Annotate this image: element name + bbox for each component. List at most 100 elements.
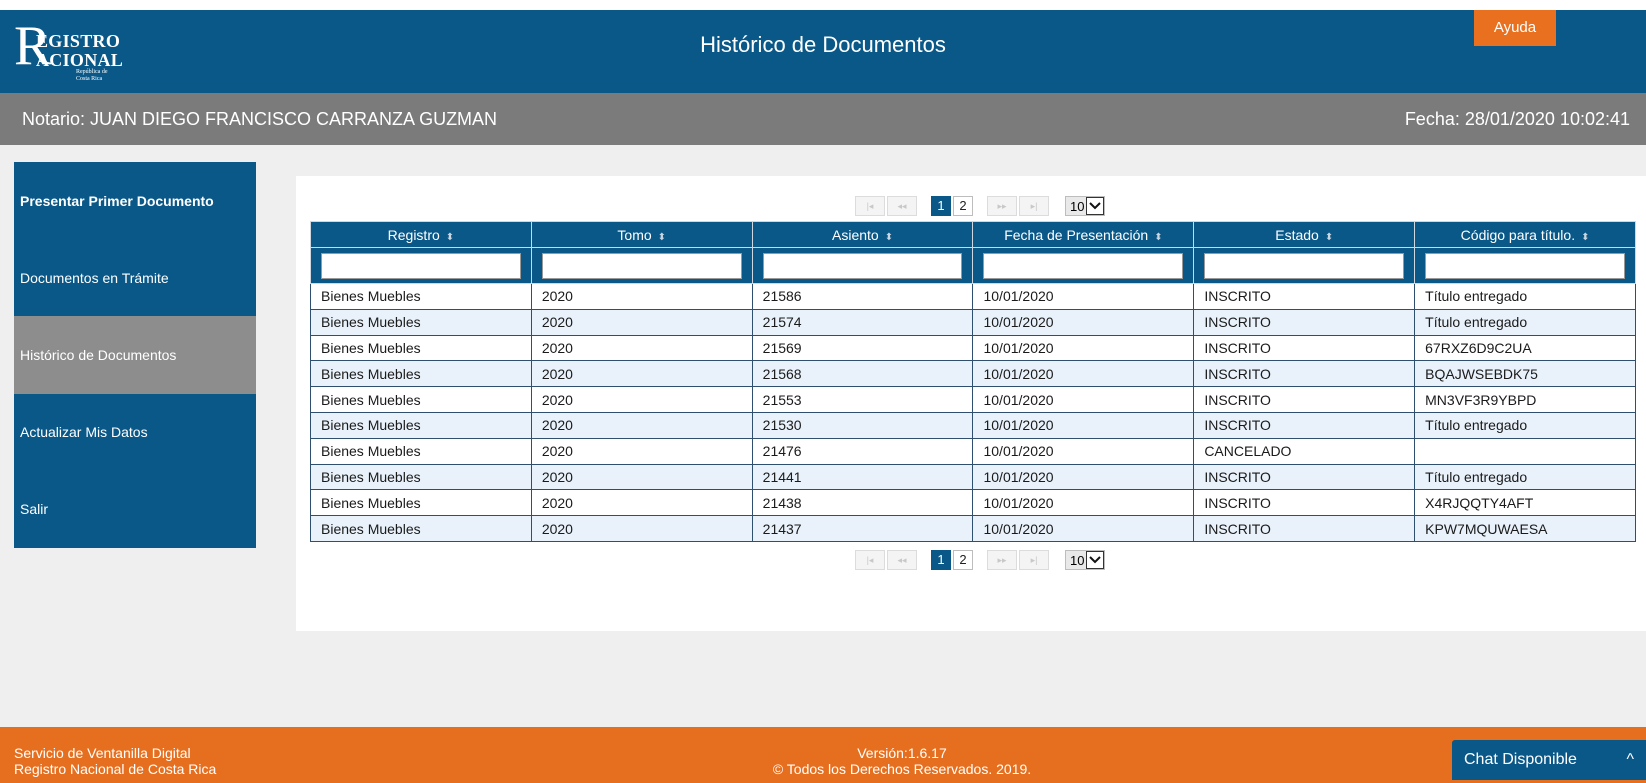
cell-tomo: 2020 — [530, 463, 753, 491]
page-1-button[interactable]: 1 — [931, 196, 951, 216]
filter-input-codigo[interactable] — [1425, 252, 1625, 279]
table-row[interactable]: Bienes Muebles 2020 21441 10/01/2020 INSCRIT… — [310, 463, 1636, 491]
sort-icon[interactable]: ⬍ — [446, 232, 454, 243]
column-header-fecha[interactable]: Fecha de Presentación ⬍ — [972, 221, 1195, 248]
sort-icon[interactable]: ⬍ — [885, 232, 893, 243]
filter-input-estado[interactable] — [1204, 252, 1405, 279]
cell-fecha: 10/01/2020 — [972, 360, 1195, 388]
table-row[interactable]: Bienes Muebles 2020 21586 10/01/2020 INSCRIT… — [310, 283, 1636, 310]
sort-icon[interactable]: ⬍ — [1325, 232, 1333, 243]
cell-asiento: 21441 — [751, 463, 974, 491]
column-header-estado[interactable]: Estado ⬍ — [1193, 221, 1416, 248]
page-1-button[interactable]: 1 — [931, 550, 951, 570]
prev-page-button[interactable]: ◂◂ — [887, 550, 917, 570]
column-header-asiento[interactable]: Asiento ⬍ — [751, 221, 974, 248]
table-row[interactable]: Bienes Muebles 2020 21476 10/01/2020 CANCELA… — [310, 437, 1636, 465]
page-title: Histórico de Documentos — [700, 32, 946, 57]
cell-estado: INSCRITO — [1193, 515, 1416, 542]
sidebar-item-salir[interactable]: Salir — [14, 470, 256, 548]
sort-icon[interactable]: ⬍ — [1581, 232, 1589, 243]
table-row[interactable]: Bienes Muebles 2020 21574 10/01/2020 INSCRIT… — [310, 308, 1636, 336]
cell-fecha: 10/01/2020 — [972, 437, 1195, 465]
footer-version-info: Versión:1.6.17 © Todos los Derechos Rese… — [0, 745, 1646, 777]
cell-registro: Bienes Muebles — [310, 411, 532, 439]
user-info-bar: Notario: JUAN DIEGO FRANCISCO CARRANZA G… — [0, 93, 1646, 145]
page-size-value: 10 — [1070, 198, 1085, 214]
sidebar-nav: Presentar Primer Documento Documentos en… — [14, 162, 256, 548]
cell-fecha: 10/01/2020 — [972, 411, 1195, 439]
table-row[interactable]: Bienes Muebles 2020 21569 10/01/2020 INSCRIT… — [310, 334, 1636, 362]
cell-asiento: 21569 — [751, 334, 974, 362]
cell-fecha: 10/01/2020 — [972, 308, 1195, 336]
cell-estado: INSCRITO — [1193, 386, 1416, 413]
sidebar-item-presentar[interactable]: Presentar Primer Documento — [14, 162, 256, 240]
page-size-select[interactable]: 10 — [1065, 196, 1106, 216]
cell-fecha: 10/01/2020 — [972, 386, 1195, 413]
cell-asiento: 21438 — [751, 489, 974, 517]
cell-registro: Bienes Muebles — [310, 308, 532, 336]
cell-tomo: 2020 — [530, 411, 753, 439]
page-2-button[interactable]: 2 — [953, 196, 973, 216]
cell-estado: INSCRITO — [1193, 411, 1416, 439]
cell-tomo: 2020 — [530, 437, 753, 465]
cell-estado: INSCRITO — [1193, 489, 1416, 517]
page-footer: Servicio de Ventanilla Digital Registro … — [0, 727, 1646, 783]
last-page-button[interactable]: ▸| — [1019, 196, 1049, 216]
cell-tomo: 2020 — [530, 489, 753, 517]
filter-row — [310, 247, 1636, 284]
cell-registro: Bienes Muebles — [310, 360, 532, 388]
filter-input-asiento[interactable] — [762, 252, 963, 279]
cell-fecha: 10/01/2020 — [972, 515, 1195, 542]
page-size-value: 10 — [1070, 552, 1085, 568]
help-button[interactable]: Ayuda — [1474, 10, 1556, 46]
chevron-up-icon: ^ — [1626, 751, 1634, 768]
sidebar-item-tramite[interactable]: Documentos en Trámite — [14, 239, 256, 317]
last-page-button[interactable]: ▸| — [1019, 550, 1049, 570]
next-page-button[interactable]: ▸▸ — [987, 550, 1017, 570]
cell-codigo: KPW7MQUWAESA — [1414, 515, 1636, 542]
filter-input-registro[interactable] — [321, 252, 521, 279]
cell-asiento: 21476 — [751, 437, 974, 465]
cell-registro: Bienes Muebles — [310, 437, 532, 465]
prev-page-button[interactable]: ◂◂ — [887, 196, 917, 216]
app-header: R EGISTRO ACIONAL República de Costa Ric… — [0, 10, 1646, 93]
cell-estado: INSCRITO — [1193, 308, 1416, 336]
cell-codigo: 67RXZ6D9C2UA — [1414, 334, 1636, 362]
chat-widget-button[interactable]: Chat Disponible ^ — [1452, 740, 1646, 780]
next-page-button[interactable]: ▸▸ — [987, 196, 1017, 216]
chevron-down-icon — [1086, 551, 1105, 569]
table-row[interactable]: Bienes Muebles 2020 21553 10/01/2020 INSCRIT… — [310, 386, 1636, 413]
page-size-select[interactable]: 10 — [1065, 550, 1106, 570]
cell-estado: INSCRITO — [1193, 283, 1416, 310]
cell-fecha: 10/01/2020 — [972, 283, 1195, 310]
table-row[interactable]: Bienes Muebles 2020 21437 10/01/2020 INSCRIT… — [310, 515, 1636, 542]
table-row[interactable]: Bienes Muebles 2020 21530 10/01/2020 INSCRIT… — [310, 411, 1636, 439]
sort-icon[interactable]: ⬍ — [658, 232, 666, 243]
current-date: Fecha: 28/01/2020 10:02:41 — [1404, 109, 1630, 129]
cell-tomo: 2020 — [530, 334, 753, 362]
sidebar-item-historico[interactable]: Histórico de Documentos — [14, 316, 256, 394]
first-page-button[interactable]: |◂ — [855, 196, 885, 216]
sidebar-item-actualizar[interactable]: Actualizar Mis Datos — [14, 393, 256, 471]
filter-input-tomo[interactable] — [541, 252, 742, 279]
cell-registro: Bienes Muebles — [310, 515, 532, 542]
cell-asiento: 21574 — [751, 308, 974, 336]
cell-estado: INSCRITO — [1193, 334, 1416, 362]
column-header-tomo[interactable]: Tomo ⬍ — [530, 221, 753, 248]
first-page-button[interactable]: |◂ — [855, 550, 885, 570]
filter-input-fecha[interactable] — [983, 252, 1184, 279]
chat-label: Chat Disponible — [1464, 751, 1577, 768]
table-row[interactable]: Bienes Muebles 2020 21568 10/01/2020 INSCRIT… — [310, 360, 1636, 388]
page-2-button[interactable]: 2 — [953, 550, 973, 570]
cell-asiento: 21553 — [751, 386, 974, 413]
column-header-codigo[interactable]: Código para título. ⬍ — [1414, 221, 1636, 248]
cell-codigo: Título entregado — [1414, 283, 1636, 310]
cell-registro: Bienes Muebles — [310, 489, 532, 517]
cell-codigo: MN3VF3R9YBPD — [1414, 386, 1636, 413]
cell-fecha: 10/01/2020 — [972, 334, 1195, 362]
column-header-registro[interactable]: Registro ⬍ — [310, 221, 532, 248]
table-row[interactable]: Bienes Muebles 2020 21438 10/01/2020 INSCRIT… — [310, 489, 1636, 517]
cell-fecha: 10/01/2020 — [972, 489, 1195, 517]
sort-icon[interactable]: ⬍ — [1154, 232, 1162, 243]
cell-codigo — [1414, 437, 1636, 465]
